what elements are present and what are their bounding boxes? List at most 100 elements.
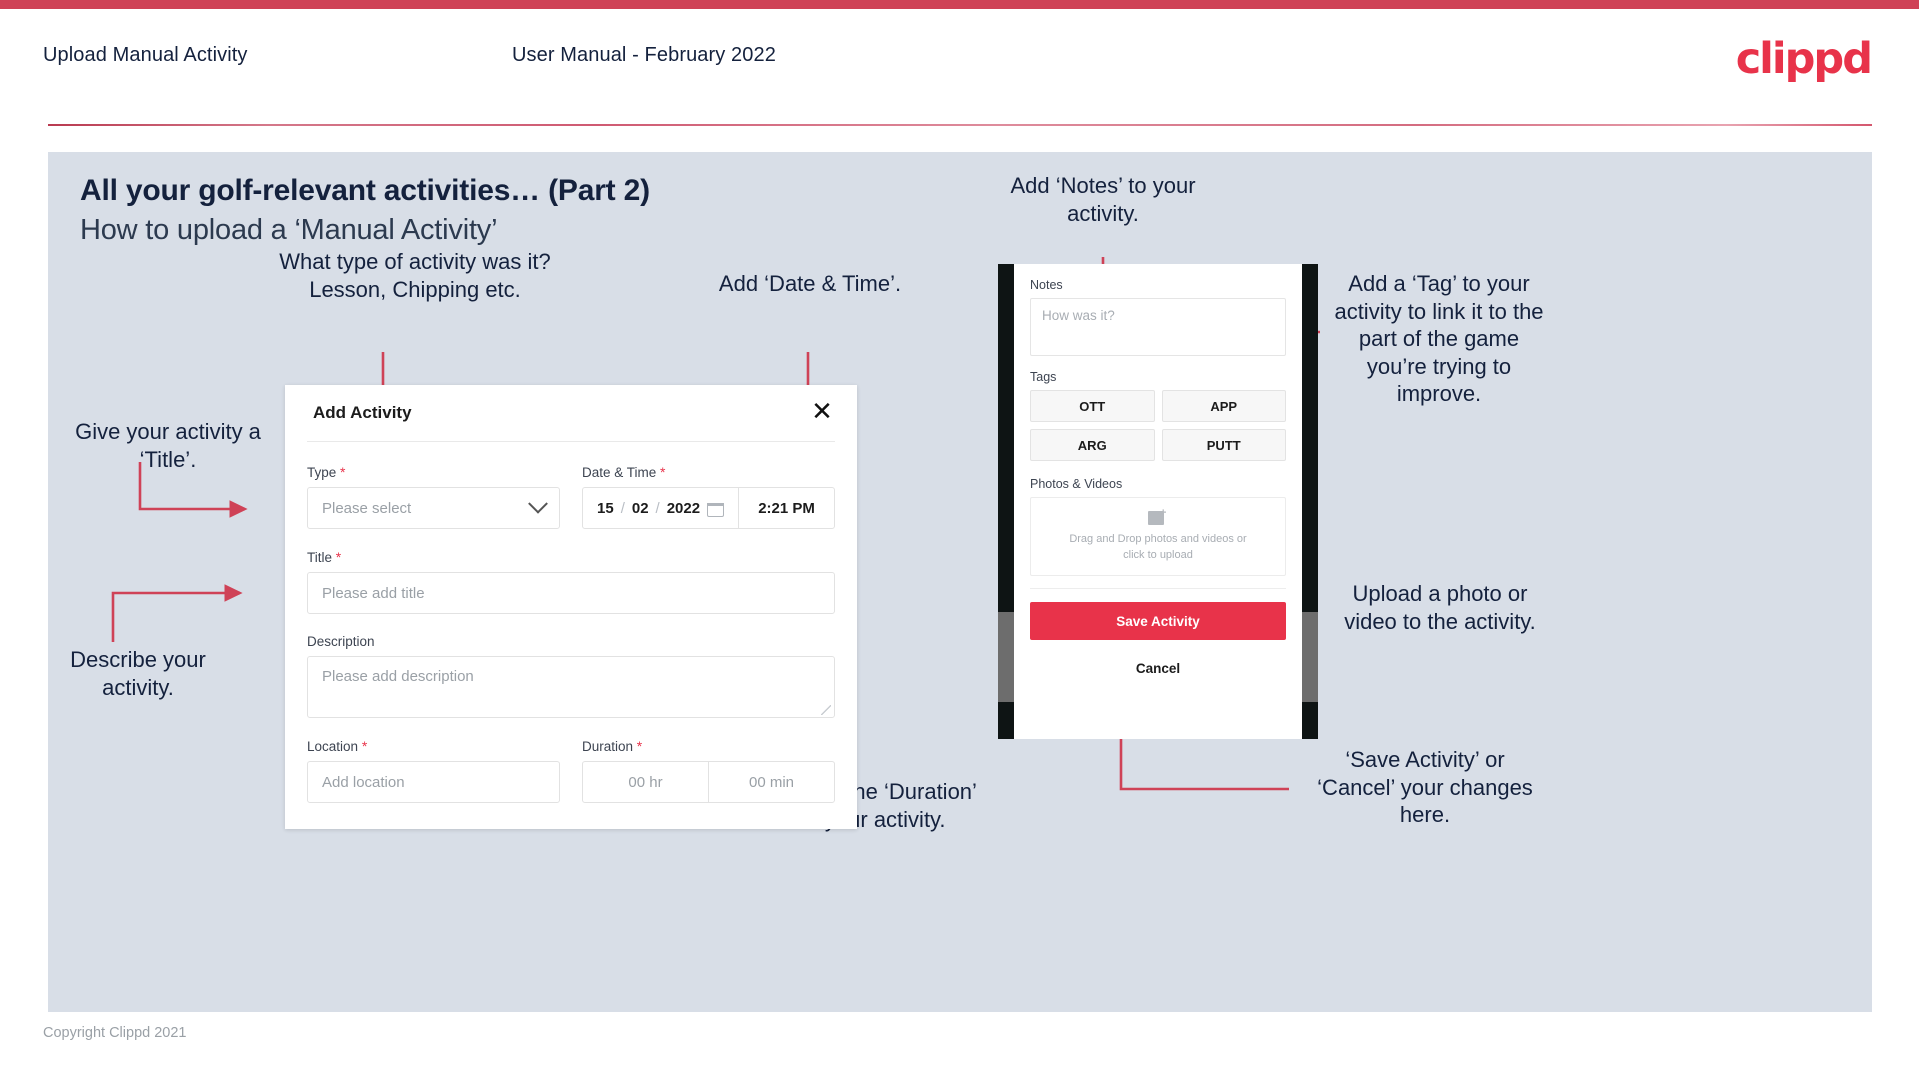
title-input-placeholder: Please add title (322, 584, 425, 602)
duration-hours-input[interactable]: 00 hr (583, 762, 709, 802)
title-input[interactable]: Please add title (307, 572, 835, 614)
date-day: 15 (597, 499, 614, 517)
cancel-button[interactable]: Cancel (1030, 661, 1286, 676)
field-description: Description Please add description (307, 634, 835, 718)
duration-label-text: Duration (582, 739, 634, 754)
duration-label: Duration * (582, 738, 835, 754)
tag-app[interactable]: APP (1161, 390, 1286, 422)
notes-placeholder: How was it? (1042, 308, 1115, 323)
duration-hr-text: 00 hr (628, 773, 663, 791)
slide-page: Upload Manual Activity User Manual - Feb… (0, 0, 1919, 1079)
annotation-describe-line2: activity. (102, 674, 174, 700)
field-title: Title * Please add title (307, 549, 835, 614)
time-value: 2:21 PM (758, 499, 815, 517)
datetime-label: Date & Time * (582, 464, 835, 480)
annotation-upload: Upload a photo or video to the activity. (1322, 580, 1558, 635)
location-label: Location * (307, 738, 560, 754)
tags-label: Tags (1030, 370, 1057, 384)
type-label: Type * (307, 464, 560, 480)
dropzone-text: Drag and Drop photos and videos or click… (1069, 532, 1246, 564)
required-marker: * (660, 464, 666, 480)
header-left-title: Upload Manual Activity (43, 44, 248, 66)
time-input[interactable]: 2:21 PM (739, 488, 834, 528)
annotation-tag: Add a ‘Tag’ to your activity to link it … (1334, 271, 1544, 406)
required-marker: * (636, 738, 643, 754)
annotation-title: Give your activity a ‘Title’. (48, 418, 288, 473)
description-placeholder: Please add description (322, 668, 474, 685)
slide-content-area: All your golf-relevant activities… (Part… (48, 152, 1872, 1012)
phone-left-edge (998, 264, 1014, 739)
photo-dropzone[interactable]: + Drag and Drop photos and videos or cli… (1030, 497, 1286, 576)
location-placeholder: Add location (322, 773, 405, 791)
datetime-group: 15 / 02 / 2022 2:21 PM (582, 487, 835, 529)
tag-arg[interactable]: ARG (1030, 429, 1155, 461)
save-activity-button[interactable]: Save Activity (1030, 602, 1286, 640)
clippd-logo: clippd (1735, 34, 1873, 84)
annotation-type-line2: Lesson, Chipping etc. (309, 276, 521, 302)
modal-header: Add Activity ✕ (285, 385, 857, 441)
phone-screen: Notes How was it? Tags OTT APP ARG PUTT … (1014, 264, 1302, 739)
close-icon[interactable]: ✕ (807, 397, 837, 427)
header-divider (48, 124, 1872, 126)
photos-videos-label: Photos & Videos (1030, 477, 1123, 491)
row-type-datetime: Type * Please select Date & Time * 15 / … (307, 464, 835, 529)
annotation-type-line1: What type of activity was it? (279, 249, 551, 274)
top-accent-bar (0, 0, 1919, 9)
header-center-title: User Manual - February 2022 (512, 44, 776, 66)
location-label-text: Location (307, 739, 359, 754)
modal-title: Add Activity (313, 403, 412, 422)
description-label: Description (307, 634, 835, 649)
notes-label: Notes (1030, 278, 1063, 292)
duration-min-text: 00 min (748, 773, 795, 791)
annotation-type: What type of activity was it? Lesson, Ch… (270, 248, 560, 303)
phone-mockup: Notes How was it? Tags OTT APP ARG PUTT … (998, 264, 1318, 739)
phone-divider (1030, 588, 1286, 589)
resize-handle-icon[interactable] (821, 705, 831, 715)
datetime-label-text: Date & Time (582, 465, 657, 480)
date-input[interactable]: 15 / 02 / 2022 (583, 488, 740, 528)
add-activity-modal: Add Activity ✕ Type * Please select Date… (285, 385, 857, 829)
row-location-duration: Location * Add location Duration * 00 hr… (307, 738, 835, 803)
date-separator: / (655, 499, 660, 517)
tag-putt[interactable]: PUTT (1161, 429, 1286, 461)
description-label-text: Description (307, 634, 375, 649)
location-input[interactable]: Add location (307, 761, 560, 803)
phone-right-edge (1302, 264, 1318, 739)
date-month: 02 (631, 499, 649, 517)
description-textarea[interactable]: Please add description (307, 656, 835, 718)
add-image-icon: + (1148, 508, 1168, 526)
annotation-describe: Describe your activity. (48, 646, 228, 701)
annotation-notes: Add ‘Notes’ to your activity. (988, 172, 1218, 227)
annotation-notes-line1: Add ‘Notes’ to your (1010, 173, 1196, 198)
duration-group: 00 hr 00 min (582, 761, 835, 803)
annotation-title-line1: Give your activity a (75, 419, 261, 444)
type-select[interactable]: Please select (307, 487, 560, 529)
tag-ott[interactable]: OTT (1030, 390, 1155, 422)
required-marker: * (340, 464, 346, 480)
title-label-text: Title (307, 550, 333, 565)
page-subtitle: How to upload a ‘Manual Activity’ (80, 214, 498, 246)
type-label-text: Type (307, 465, 337, 480)
required-marker: * (335, 549, 342, 565)
annotation-title-line2: ‘Title’. (139, 446, 197, 472)
calendar-icon[interactable] (707, 500, 725, 517)
page-title: All your golf-relevant activities… (Part… (80, 174, 650, 207)
notes-textarea[interactable]: How was it? (1030, 298, 1286, 356)
footer-copyright: Copyright Clippd 2021 (43, 1025, 187, 1041)
duration-minutes-input[interactable]: 00 min (709, 762, 834, 802)
phone-edge-highlight (1302, 612, 1318, 702)
dropzone-line2: click to upload (1123, 549, 1193, 561)
modal-body: Type * Please select Date & Time * 15 / … (285, 442, 857, 829)
title-label: Title * (307, 549, 835, 565)
type-select-placeholder: Please select (322, 499, 412, 517)
field-duration: Duration * 00 hr 00 min (582, 738, 835, 803)
annotation-save-line3: here. (1399, 802, 1451, 827)
phone-edge-highlight (998, 612, 1014, 702)
annotation-datetime: Add ‘Date & Time’. (718, 271, 902, 296)
annotation-save-line2: ‘Cancel’ your changes (1317, 774, 1533, 800)
annotation-save-line1: ‘Save Activity’ or (1345, 747, 1505, 772)
chevron-down-icon (528, 493, 548, 514)
annotation-describe-line1: Describe your (70, 647, 206, 672)
tags-grid: OTT APP ARG PUTT (1030, 390, 1286, 461)
field-type: Type * Please select (307, 464, 560, 529)
